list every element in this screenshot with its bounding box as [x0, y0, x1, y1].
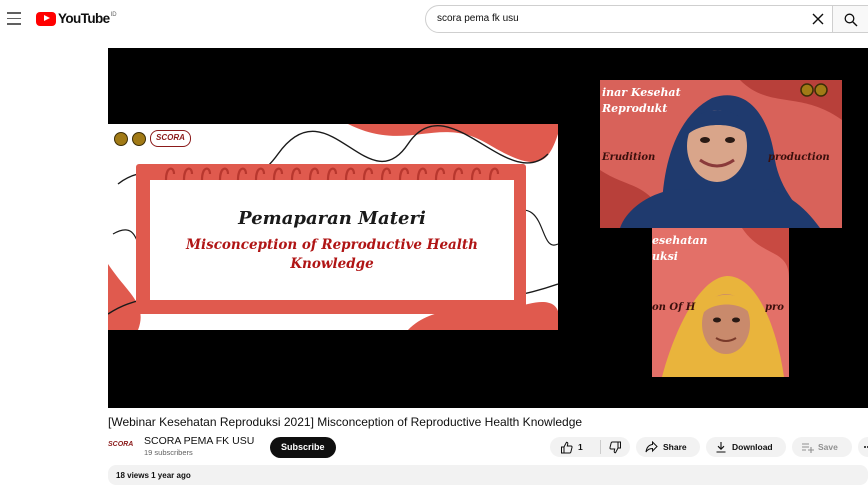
scora-logo: SCORA — [150, 130, 191, 147]
dislike-button[interactable] — [601, 437, 630, 457]
subscribe-button[interactable]: Subscribe — [270, 437, 336, 458]
slide-subtitle: Misconception of Reproductive Health Kno… — [186, 237, 478, 272]
download-icon — [716, 442, 726, 453]
description-box[interactable]: 18 views 1 year ago — [108, 465, 868, 485]
search-button[interactable] — [833, 5, 868, 33]
participant-video-2: esehatan uksi on Of H pro — [652, 228, 789, 377]
like-button[interactable]: 1 — [550, 437, 600, 457]
search-icon — [844, 13, 858, 27]
add-to-playlist-icon — [802, 442, 814, 453]
cam2-bg-text-4: pro — [765, 302, 784, 313]
cam1-bg-text-1: inar Kesehat — [602, 86, 681, 99]
search-input[interactable]: scora pema fk usu — [425, 5, 833, 33]
share-button[interactable]: Share — [636, 437, 700, 457]
thumbs-down-icon — [609, 441, 622, 453]
slide-logos: SCORA — [114, 130, 191, 147]
participant-video-1: inar Kesehat Reprodukt Erudition product… — [600, 80, 842, 228]
like-count: 1 — [578, 442, 583, 452]
region-code: ID — [110, 11, 117, 18]
view-count-date: 18 views 1 year ago — [116, 471, 191, 480]
menu-button[interactable] — [4, 8, 24, 28]
close-icon[interactable] — [810, 11, 826, 27]
cam2-bg-text-3: on Of H — [652, 302, 696, 313]
presentation-slide: SCORA Pemaparan Materi Misconception of … — [108, 124, 558, 330]
cam1-bg-text-4: production — [768, 152, 830, 163]
channel-name[interactable]: SCORA PEMA FK USU — [144, 435, 254, 447]
channel-avatar[interactable]: SCORA — [108, 436, 134, 454]
download-button[interactable]: Download — [706, 437, 786, 457]
cam2-bg-text-1: esehatan — [652, 234, 708, 247]
youtube-logo[interactable]: YouTube ID — [36, 11, 117, 26]
menu-icon — [7, 12, 21, 14]
slide-heading: Pemaparan Materi — [238, 208, 426, 229]
university-seal-icon — [114, 131, 128, 146]
more-horizontal-icon — [864, 446, 868, 448]
video-title: [Webinar Kesehatan Reproduksi 2021] Misc… — [108, 415, 583, 429]
faculty-seal-icon — [132, 131, 146, 146]
notebook-rings — [164, 167, 500, 181]
more-actions-button[interactable] — [858, 437, 868, 457]
subscriber-count: 19 subscribers — [144, 448, 193, 457]
video-player[interactable]: SCORA Pemaparan Materi Misconception of … — [108, 48, 868, 408]
logo-text: YouTube — [58, 11, 110, 26]
download-label: Download — [732, 442, 773, 452]
cam2-bg-text-2: uksi — [652, 250, 678, 263]
save-button[interactable]: Save — [792, 437, 852, 457]
cam1-bg-text-3: Erudition — [602, 152, 656, 163]
cam1-bg-text-2: Reprodukt — [602, 102, 668, 115]
youtube-play-icon — [36, 11, 56, 26]
share-label: Share — [663, 442, 687, 452]
save-label: Save — [818, 442, 838, 452]
share-icon — [645, 441, 658, 453]
thumbs-up-icon — [561, 441, 573, 453]
search-query: scora pema fk usu — [437, 13, 519, 24]
like-dislike-group: 1 — [550, 437, 630, 457]
